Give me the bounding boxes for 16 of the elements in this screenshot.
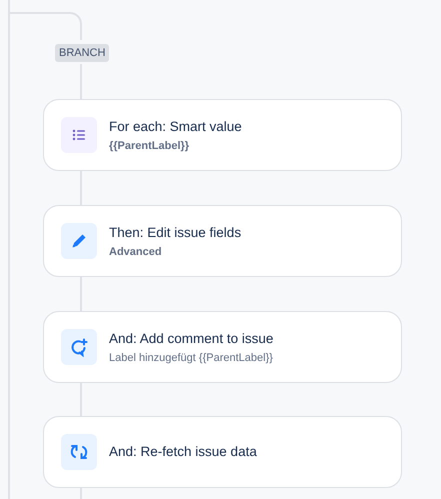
comment-add-icon	[69, 337, 89, 357]
step-title: And: Add comment to issue	[109, 330, 274, 348]
step-title: And: Re-fetch issue data	[109, 443, 257, 461]
step-card[interactable]: And: Add comment to issue Label hinzugefügt {{ParentLabel}}	[43, 311, 402, 383]
step-subtitle: Advanced	[109, 244, 163, 258]
step-subtitle: {{ParentLabel}}	[109, 138, 190, 152]
refresh-icon	[69, 442, 89, 462]
step-title: For each: Smart value	[109, 118, 242, 136]
step-card[interactable]: And: Re-fetch issue data	[43, 416, 402, 488]
step-card[interactable]: Then: Edit issue fields Advanced	[43, 205, 402, 277]
pencil-icon	[70, 232, 88, 250]
branch-label: BRANCH	[55, 44, 110, 62]
list-icon	[71, 127, 87, 143]
step-subtitle: Label hinzugefügt {{ParentLabel}}	[109, 350, 274, 364]
step-card[interactable]: For each: Smart value {{ParentLabel}}	[43, 99, 402, 171]
step-title: Then: Edit issue fields	[109, 224, 242, 242]
